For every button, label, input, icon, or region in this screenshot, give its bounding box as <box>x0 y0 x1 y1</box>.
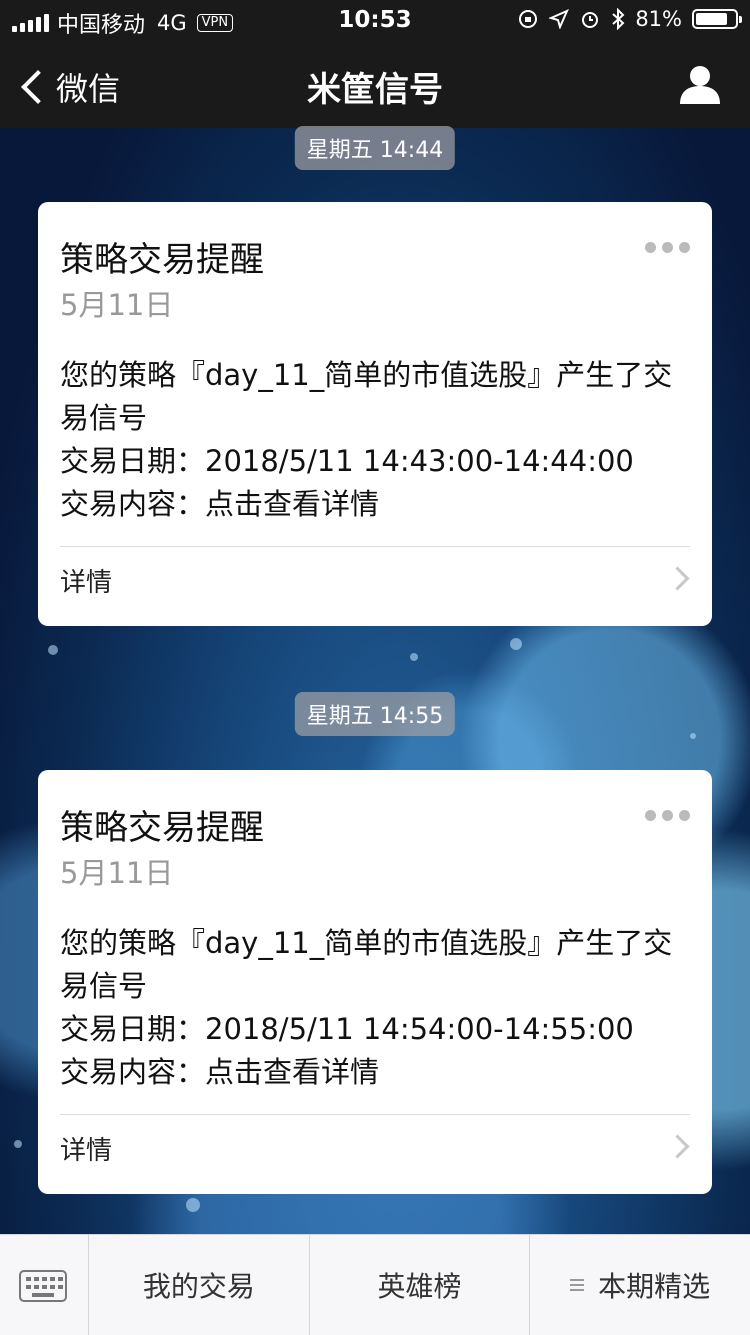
bluetooth-icon <box>612 8 625 30</box>
battery-percent: 81% <box>635 7 682 31</box>
keyboard-icon <box>19 1270 67 1302</box>
message-timestamp: 星期五 14:44 <box>294 126 456 170</box>
menu-leaderboard[interactable]: 英雄榜 <box>310 1235 531 1335</box>
message-card[interactable]: 策略交易提醒 5月11日 您的策略『day_11_简单的市值选股』产生了交易信号… <box>38 202 712 626</box>
card-line: 交易日期：2018/5/11 14:43:00-14:44:00 <box>60 444 634 478</box>
card-date: 5月11日 <box>60 288 174 322</box>
card-title: 策略交易提醒 <box>60 240 264 280</box>
menu-label: 本期精选 <box>598 1270 711 1303</box>
divider <box>60 546 690 547</box>
menu-label: 英雄榜 <box>377 1270 462 1303</box>
submenu-icon <box>570 1276 585 1294</box>
details-link[interactable]: 详情 <box>60 1130 112 1167</box>
more-icon[interactable] <box>645 810 690 821</box>
card-body: 您的策略『day_11_简单的市值选股』产生了交易信号 交易日期：2018/5/… <box>60 354 690 526</box>
menu-label: 我的交易 <box>142 1270 255 1303</box>
message-timestamp: 星期五 14:55 <box>294 692 456 736</box>
chevron-right-icon <box>665 566 690 591</box>
location-icon <box>549 9 570 29</box>
message-card[interactable]: 策略交易提醒 5月11日 您的策略『day_11_简单的市值选股』产生了交易信号… <box>38 770 712 1194</box>
card-line: 交易内容：点击查看详情 <box>60 1055 380 1089</box>
bokeh-dot <box>186 1198 200 1212</box>
bokeh-dot <box>690 733 696 739</box>
nav-bar: 微信 米筐信号 <box>0 40 750 128</box>
person-icon[interactable] <box>678 64 722 104</box>
orientation-lock-icon <box>519 10 538 28</box>
chevron-right-icon <box>665 1134 690 1159</box>
card-line: 您的策略『day_11_简单的市值选股』产生了交易信号 <box>60 358 673 435</box>
bokeh-dot <box>48 645 58 655</box>
card-line: 交易日期：2018/5/11 14:54:00-14:55:00 <box>60 1012 634 1046</box>
card-body: 您的策略『day_11_简单的市值选股』产生了交易信号 交易日期：2018/5/… <box>60 922 690 1094</box>
card-line: 交易内容：点击查看详情 <box>60 487 380 521</box>
bottom-menu: 我的交易 英雄榜 本期精选 <box>0 1234 750 1335</box>
card-date: 5月11日 <box>60 856 174 890</box>
menu-my-trades[interactable]: 我的交易 <box>89 1235 310 1335</box>
card-line: 您的策略『day_11_简单的市值选股』产生了交易信号 <box>60 926 673 1003</box>
menu-featured[interactable]: 本期精选 <box>530 1235 750 1335</box>
bokeh-dot <box>410 653 418 661</box>
bokeh-dot <box>510 638 522 650</box>
battery-icon <box>692 9 742 29</box>
divider <box>60 1114 690 1115</box>
page-title: 米筐信号 <box>307 70 443 110</box>
alarm-icon <box>582 12 599 28</box>
keyboard-toggle-button[interactable] <box>0 1235 89 1335</box>
more-icon[interactable] <box>645 242 690 253</box>
card-title: 策略交易提醒 <box>60 808 264 848</box>
details-link[interactable]: 详情 <box>60 562 112 599</box>
bokeh-dot <box>14 1140 22 1148</box>
status-bar: 中国移动 4G VPN 10:53 81% <box>0 0 750 40</box>
